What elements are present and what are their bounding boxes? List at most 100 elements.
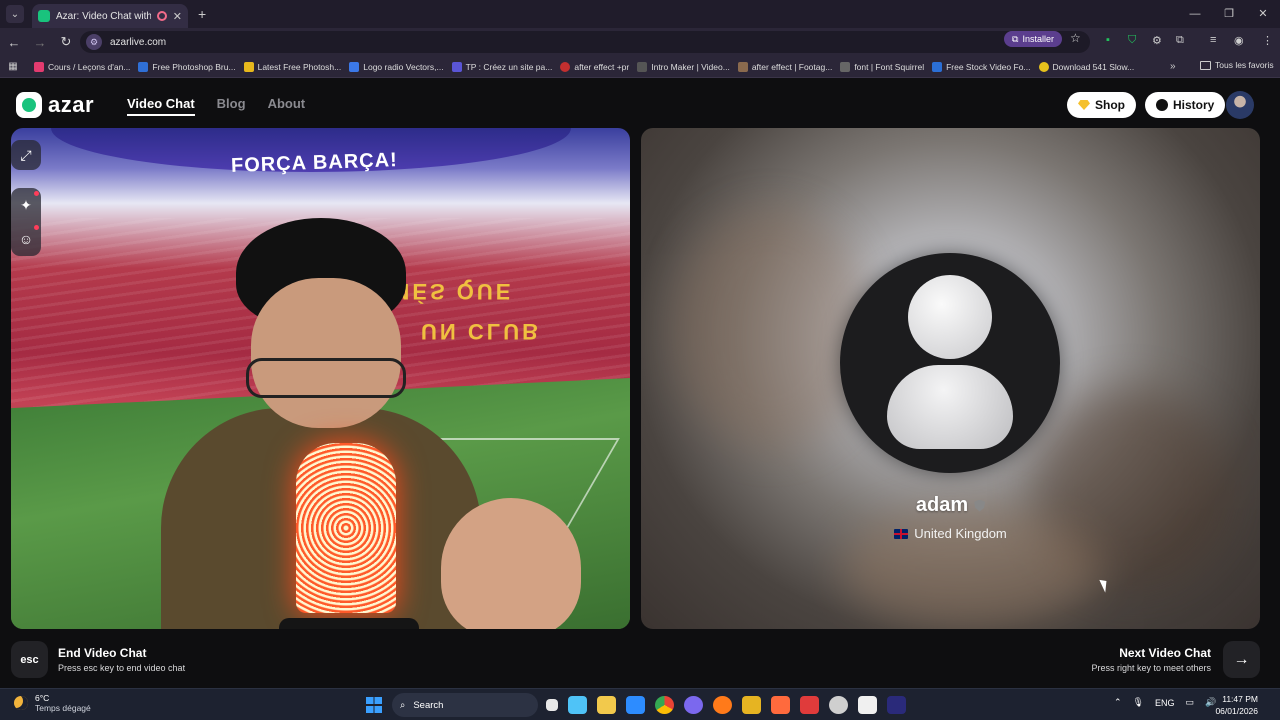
end-video-chat-control[interactable]: esc End Video Chat Press esc key to end … — [11, 641, 185, 678]
bookmark-label: Free Stock Video Fo... — [946, 61, 1031, 72]
browser-tab-strip: ⌄ Azar: Video Chat with New ✕ + — ❐ ✕ — [0, 0, 1280, 28]
azar-logo-icon — [16, 92, 42, 118]
bookmark-favicon-icon — [451, 61, 462, 72]
url-text[interactable]: azarlive.com — [110, 37, 166, 48]
chrome-app-icon[interactable] — [655, 696, 674, 714]
uk-flag-icon — [894, 528, 909, 539]
arrow-right-icon[interactable]: → — [1223, 641, 1260, 678]
avatar-body — [887, 365, 1013, 449]
brand-name: azar — [48, 92, 95, 117]
apps-grid-icon[interactable]: ▦ — [0, 61, 26, 72]
premiere-app-icon[interactable] — [887, 696, 906, 714]
task-view-icon[interactable] — [546, 699, 558, 711]
bookmark-label: TP : Créez un site pa... — [465, 61, 553, 72]
end-chat-hint: Press esc key to end video chat — [58, 663, 186, 673]
back-icon[interactable]: ← — [2, 35, 26, 50]
bookmark-item[interactable]: TP : Créez un site pa... — [451, 61, 553, 72]
sparkle-effects-icon[interactable]: ✦ — [11, 188, 41, 222]
close-tab-icon[interactable]: ✕ — [173, 10, 182, 23]
nav-about[interactable]: About — [268, 96, 306, 116]
maximize-icon[interactable]: ❐ — [1212, 0, 1246, 28]
minimize-icon[interactable]: — — [1178, 0, 1212, 28]
site-info-icon[interactable]: ⚙ — [86, 34, 102, 50]
media-control-icon[interactable]: ≡ — [1210, 34, 1216, 46]
esc-key-button[interactable]: esc — [11, 641, 48, 678]
shield-extension-icon[interactable]: ⛉ — [1128, 34, 1136, 47]
profile-icon[interactable]: ◉ — [1234, 34, 1244, 47]
extension-icon[interactable]: ▪ — [1106, 34, 1110, 46]
all-bookmarks-label: Tous les favoris — [1215, 60, 1274, 70]
bookmark-label: Download 541 Slow... — [1052, 61, 1135, 72]
bookmark-favicon-icon — [243, 61, 254, 72]
menu-dots-icon[interactable]: ⋮ — [1262, 34, 1273, 47]
extension-gear-icon[interactable]: ⚙ — [1152, 34, 1162, 47]
bookmark-item[interactable]: Free Stock Video Fo... — [932, 61, 1031, 72]
self-person — [161, 208, 581, 629]
cloud-app-icon[interactable] — [858, 696, 877, 714]
main-nav: Video Chat Blog About — [127, 96, 305, 116]
bookmark-favicon-icon — [349, 61, 360, 72]
reload-icon[interactable]: ↻ — [54, 34, 78, 50]
self-video: FORÇA BARÇA! MÉS QUE UN CLUB — [11, 128, 630, 629]
firefox-app-icon[interactable] — [713, 696, 732, 714]
tab-search-icon[interactable]: ⌄ — [6, 5, 24, 23]
omnibox[interactable]: ⚙ azarlive.com — [80, 31, 1090, 53]
close-window-icon[interactable]: ✕ — [1246, 0, 1280, 28]
copilot-app-icon[interactable] — [568, 696, 587, 714]
user-avatar[interactable] — [1226, 91, 1254, 119]
bookmark-favicon-icon — [560, 61, 571, 72]
expand-icon[interactable]: ⤢ — [11, 140, 41, 170]
bookmark-favicon-icon — [34, 61, 44, 72]
browser-tab-azar[interactable]: Azar: Video Chat with New ✕ — [32, 4, 188, 28]
verified-shield-icon — [974, 499, 986, 512]
bookmark-item[interactable]: Free Photoshop Bru... — [138, 61, 236, 72]
tray-chevron-icon[interactable]: ⌃ — [1114, 697, 1122, 708]
banner-text: FORÇA BARÇA! — [230, 149, 399, 177]
store-app-icon[interactable] — [626, 696, 645, 714]
more-bookmarks-icon[interactable]: » — [1170, 61, 1176, 72]
file-explorer-icon[interactable] — [597, 696, 616, 714]
bookmark-favicon-icon — [932, 61, 943, 72]
language-indicator[interactable]: ENG — [1155, 698, 1175, 708]
bookmark-label: Free Photoshop Bru... — [152, 61, 236, 72]
bookmark-item[interactable]: Intro Maker | Video... — [637, 61, 730, 72]
obs-app-icon[interactable] — [829, 696, 848, 714]
weather-widget[interactable]: 6°C Temps dégagé — [14, 693, 91, 713]
microphone — [296, 443, 396, 613]
bookmark-item[interactable]: after effect | Footag... — [737, 61, 832, 72]
next-video-chat-control[interactable]: Next Video Chat Press right key to meet … — [1091, 641, 1260, 678]
taskbar-clock[interactable]: 11:47 PM 06/01/2026 — [1215, 693, 1258, 717]
all-bookmarks-button[interactable]: Tous les favoris — [1200, 60, 1274, 70]
bookmark-item[interactable]: Download 541 Slow... — [1038, 61, 1135, 72]
windows-start-icon[interactable] — [366, 697, 382, 713]
shop-button[interactable]: Shop — [1067, 92, 1136, 118]
forward-icon[interactable]: → — [28, 35, 52, 50]
bookmark-item[interactable]: Logo radio Vectors,... — [349, 61, 444, 72]
figma-app-icon[interactable] — [800, 696, 819, 714]
history-button[interactable]: History — [1145, 92, 1226, 118]
new-tab-icon[interactable]: + — [198, 6, 206, 22]
bookmark-item[interactable]: Cours / Leçons d'an... — [34, 61, 130, 72]
bookmark-label: Logo radio Vectors,... — [363, 61, 444, 72]
install-app-button[interactable]: ⧉ Installer — [1004, 31, 1062, 47]
bookmark-item[interactable]: font | Font Squirrel — [840, 61, 924, 72]
blurred-background — [671, 208, 871, 448]
clock-date: 06/01/2026 — [1215, 706, 1258, 716]
bookmark-item[interactable]: after effect +pr — [560, 61, 629, 72]
extensions-puzzle-icon[interactable]: ⧉ — [1176, 34, 1184, 47]
clock-time: 11:47 PM — [1222, 694, 1258, 704]
xampp-app-icon[interactable] — [771, 696, 790, 714]
discord-app-icon[interactable] — [684, 696, 703, 714]
bookmark-star-icon[interactable]: ☆ — [1070, 31, 1081, 45]
nav-blog[interactable]: Blog — [217, 96, 246, 116]
network-icon[interactable]: ▭ — [1186, 697, 1195, 708]
bookmark-item[interactable]: Latest Free Photosh... — [243, 61, 341, 72]
microphone-tray-icon[interactable]: 🎙 — [1133, 697, 1144, 708]
window-controls: — ❐ ✕ — [1178, 0, 1280, 28]
taskbar-search[interactable]: ⌕ Search — [392, 693, 538, 717]
azar-logo[interactable]: azar — [16, 92, 94, 118]
nav-video-chat[interactable]: Video Chat — [127, 96, 195, 116]
sticker-face-icon[interactable]: ☺ — [11, 222, 41, 256]
person-face — [251, 278, 401, 428]
git-app-icon[interactable] — [742, 696, 761, 714]
